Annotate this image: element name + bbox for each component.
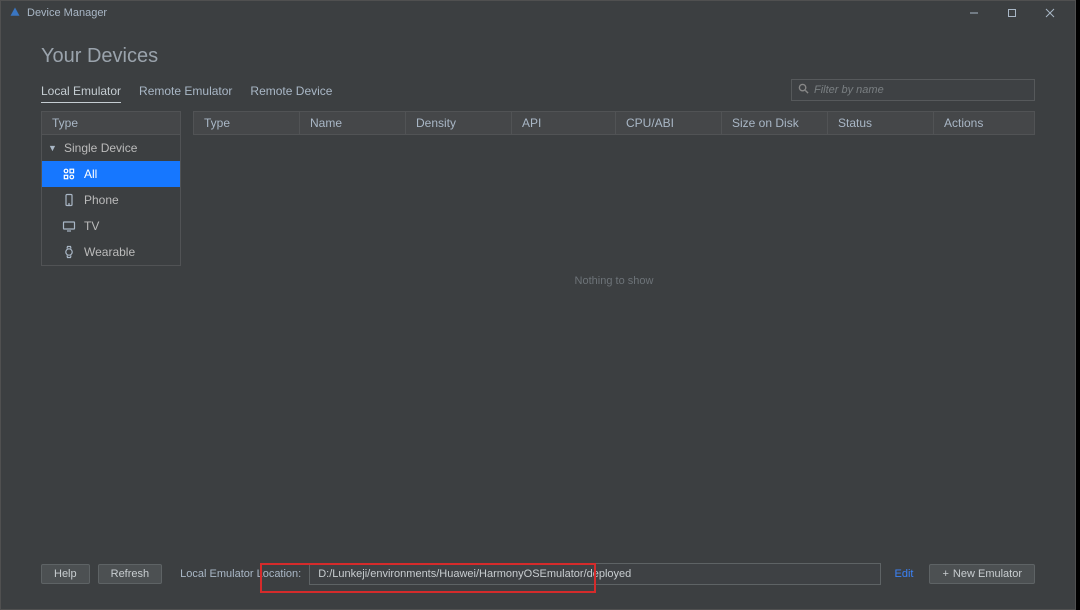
edit-location-link[interactable]: Edit bbox=[895, 568, 914, 580]
tree-item-label: Phone bbox=[84, 193, 119, 207]
app-icon bbox=[9, 6, 21, 21]
device-type-tree: ▼ Single Device All Phone bbox=[41, 135, 181, 266]
location-label: Local Emulator Location: bbox=[180, 568, 301, 580]
tree-group-label: Single Device bbox=[64, 141, 137, 155]
maximize-button[interactable] bbox=[993, 1, 1031, 25]
search-field[interactable] bbox=[791, 79, 1035, 101]
all-icon bbox=[62, 167, 76, 181]
col-status[interactable]: Status bbox=[828, 112, 934, 134]
table-body: Nothing to show bbox=[193, 135, 1035, 581]
tree-item-phone[interactable]: Phone bbox=[42, 187, 180, 213]
close-button[interactable] bbox=[1031, 1, 1069, 25]
tree-item-all[interactable]: All bbox=[42, 161, 180, 187]
col-api[interactable]: API bbox=[512, 112, 616, 134]
minimize-button[interactable] bbox=[955, 1, 993, 25]
tv-icon bbox=[62, 219, 76, 233]
tabs: Local Emulator Remote Emulator Remote De… bbox=[41, 80, 332, 103]
titlebar: Device Manager bbox=[1, 1, 1075, 25]
wearable-icon bbox=[62, 245, 76, 259]
device-manager-window: Device Manager Your Devices Local Emulat… bbox=[0, 0, 1076, 610]
location-input[interactable] bbox=[309, 563, 880, 585]
tree-item-label: Wearable bbox=[84, 245, 135, 259]
new-emulator-button[interactable]: + New Emulator bbox=[929, 564, 1035, 584]
col-name[interactable]: Name bbox=[300, 112, 406, 134]
tab-local-emulator[interactable]: Local Emulator bbox=[41, 80, 121, 103]
footer: Help Refresh Local Emulator Location: Ed… bbox=[41, 563, 1035, 585]
page-title: Your Devices bbox=[41, 45, 1035, 68]
refresh-button[interactable]: Refresh bbox=[98, 564, 163, 584]
col-size[interactable]: Size on Disk bbox=[722, 112, 828, 134]
col-actions[interactable]: Actions bbox=[934, 112, 1034, 134]
sidebar-header: Type bbox=[41, 111, 181, 135]
content: Your Devices Local Emulator Remote Emula… bbox=[1, 25, 1075, 581]
help-button[interactable]: Help bbox=[41, 564, 90, 584]
tree-group-single-device[interactable]: ▼ Single Device bbox=[42, 135, 180, 161]
phone-icon bbox=[62, 193, 76, 207]
main-pane: Type ▼ Single Device All bbox=[41, 111, 1035, 581]
search-icon bbox=[798, 81, 809, 99]
tree-item-label: TV bbox=[84, 219, 99, 233]
chevron-down-icon: ▼ bbox=[48, 143, 56, 153]
titlebar-left: Device Manager bbox=[9, 6, 107, 21]
tabs-row: Local Emulator Remote Emulator Remote De… bbox=[41, 80, 1035, 103]
tree-item-tv[interactable]: TV bbox=[42, 213, 180, 239]
window-title: Device Manager bbox=[27, 7, 107, 19]
device-table: Type Name Density API CPU/ABI Size on Di… bbox=[193, 111, 1035, 581]
tab-remote-device[interactable]: Remote Device bbox=[250, 80, 332, 103]
col-density[interactable]: Density bbox=[406, 112, 512, 134]
tree-item-label: All bbox=[84, 167, 97, 181]
col-cpu[interactable]: CPU/ABI bbox=[616, 112, 722, 134]
empty-state-text: Nothing to show bbox=[575, 275, 654, 287]
tree-item-wearable[interactable]: Wearable bbox=[42, 239, 180, 265]
new-emulator-label: New Emulator bbox=[953, 568, 1022, 580]
window-controls bbox=[955, 1, 1069, 25]
tab-remote-emulator[interactable]: Remote Emulator bbox=[139, 80, 232, 103]
search-input[interactable] bbox=[814, 84, 1028, 96]
table-header-row: Type Name Density API CPU/ABI Size on Di… bbox=[193, 111, 1035, 135]
col-type[interactable]: Type bbox=[194, 112, 300, 134]
sidebar: Type ▼ Single Device All bbox=[41, 111, 181, 581]
plus-icon: + bbox=[942, 568, 948, 580]
